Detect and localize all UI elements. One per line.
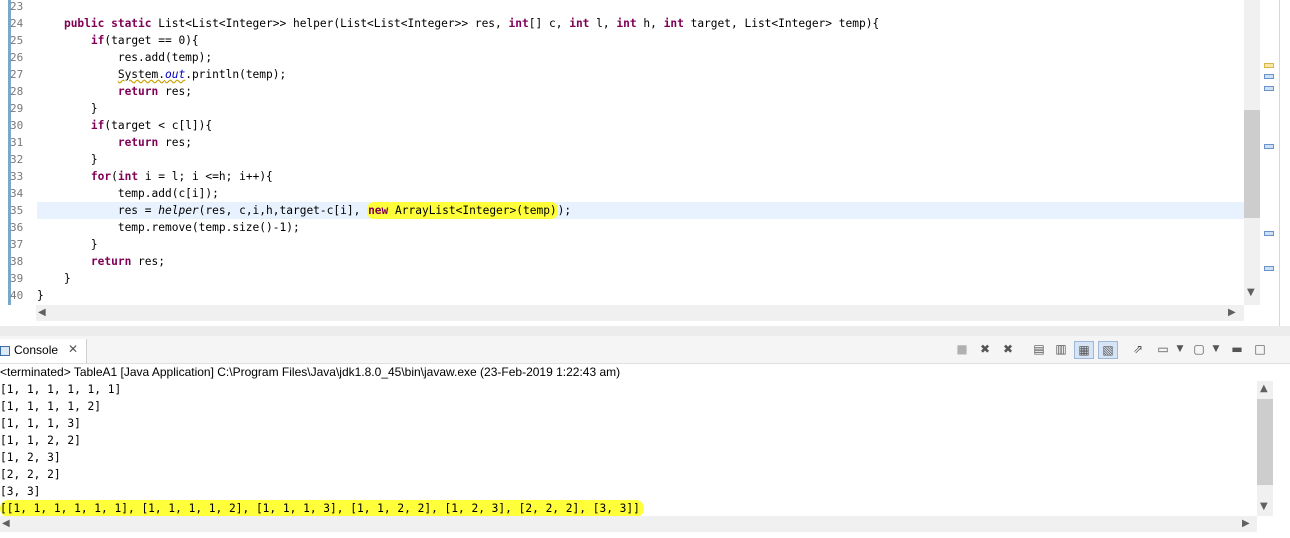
code-line-34[interactable]: temp.add(c[i]); xyxy=(37,185,1244,202)
code-line-40[interactable]: } xyxy=(37,287,1244,304)
scroll-left-icon[interactable]: ◀ xyxy=(38,307,46,318)
code-line-38[interactable]: return res; xyxy=(37,253,1244,270)
occurrence-marker-icon[interactable] xyxy=(1264,144,1274,149)
clear-console-icon[interactable]: ▤ xyxy=(1030,341,1048,357)
line-number: 38 xyxy=(10,255,24,268)
line-number: 29 xyxy=(10,102,24,115)
panel-separator[interactable] xyxy=(0,326,1290,336)
code-line-25[interactable]: if(target == 0){ xyxy=(37,32,1244,49)
overview-ruler[interactable] xyxy=(1260,0,1278,305)
output-line: [1, 1, 2, 2] xyxy=(0,434,81,447)
console-view: Console ✕ ■ ✖ ✖ ▤ ▥ ▦ ▧ ⇗ ▭ ▼ ▢ ▼ ▬ □ <t… xyxy=(0,336,1290,538)
launch-status: <terminated> TableA1 [Java Application] … xyxy=(0,365,621,379)
warning-marker-icon[interactable] xyxy=(1264,63,1274,68)
output-line: [1, 1, 1, 1, 2] xyxy=(0,400,102,413)
line-number: 23 xyxy=(10,0,24,13)
line-number: 36 xyxy=(10,221,24,234)
output-line: [1, 1, 1, 3] xyxy=(0,417,81,430)
scroll-lock-icon[interactable]: ▥ xyxy=(1052,341,1070,357)
scroll-left-icon[interactable]: ◀ xyxy=(2,518,10,529)
line-numbers: 23 24 25 26 27 28 29 30 31 32 33 34 35 36 37 38 39 40 xyxy=(10,0,23,304)
occurrence-marker-icon[interactable] xyxy=(1264,74,1274,79)
code-line-26[interactable]: res.add(temp); xyxy=(37,49,1244,66)
pin-console-icon[interactable]: ⇗ xyxy=(1129,341,1147,357)
line-number: 39 xyxy=(10,272,24,285)
line-number: 32 xyxy=(10,153,24,166)
show-on-stdout-icon[interactable]: ▦ xyxy=(1074,341,1094,359)
console-horizontal-scrollbar[interactable]: ◀ ▶ xyxy=(0,516,1257,532)
terminate-icon[interactable]: ■ xyxy=(953,341,971,357)
line-number: 30 xyxy=(10,119,24,132)
code-line-24[interactable]: public static List<List<Integer>> helper… xyxy=(37,15,1244,32)
code-line-29[interactable]: } xyxy=(37,100,1244,117)
occurrence-marker-icon[interactable] xyxy=(1264,86,1274,91)
line-number: 35 xyxy=(10,204,24,217)
console-output[interactable]: [1, 1, 1, 1, 1, 1] [1, 1, 1, 1, 2] [1, 1… xyxy=(0,381,1257,517)
code-line-27[interactable]: System.out.println(temp); xyxy=(37,66,1244,83)
line-number: 33 xyxy=(10,170,24,183)
console-icon xyxy=(0,346,10,356)
code-line-31[interactable]: return res; xyxy=(37,134,1244,151)
line-number: 26 xyxy=(10,51,24,64)
editor-scroll-thumb[interactable] xyxy=(1244,110,1260,218)
output-line: [2, 2, 2] xyxy=(0,468,61,481)
code-area[interactable]: public static List<List<Integer>> helper… xyxy=(37,0,1244,304)
occurrence-marker-icon[interactable] xyxy=(1264,231,1274,236)
console-scroll-thumb[interactable] xyxy=(1257,399,1273,485)
code-line-36[interactable]: temp.remove(temp.size()-1); xyxy=(37,219,1244,236)
line-number: 34 xyxy=(10,187,24,200)
output-line: [1, 1, 1, 1, 1, 1] xyxy=(0,383,122,396)
scroll-right-icon[interactable]: ▶ xyxy=(1242,518,1250,529)
highlighted-output-line: [[1, 1, 1, 1, 1, 1], [1, 1, 1, 1, 2], [1… xyxy=(0,500,644,517)
remove-all-terminated-icon[interactable]: ✖ xyxy=(999,341,1017,357)
output-line: [1, 2, 3] xyxy=(0,451,61,464)
code-line-30[interactable]: if(target < c[l]){ xyxy=(37,117,1244,134)
editor-vertical-scrollbar[interactable]: ▼ xyxy=(1244,0,1260,305)
line-number: 28 xyxy=(10,85,24,98)
remove-launch-icon[interactable]: ✖ xyxy=(976,341,994,357)
output-line: [3, 3] xyxy=(0,485,41,498)
code-line-37[interactable]: } xyxy=(37,236,1244,253)
highlight-annotation: new ArrayList<Integer>(temp) xyxy=(367,202,558,219)
code-editor[interactable]: 23 24 25 26 27 28 29 30 31 32 33 34 35 36 37 38 39 40 pub… xyxy=(0,0,1280,326)
open-console-icon[interactable]: ▢ xyxy=(1190,341,1208,357)
code-line-35-current[interactable]: res = helper(res, c,i,h,target-c[i], new… xyxy=(37,202,1244,219)
line-number: 31 xyxy=(10,136,24,149)
console-tab-bar: Console ✕ ■ ✖ ✖ ▤ ▥ ▦ ▧ ⇗ ▭ ▼ ▢ ▼ ▬ □ xyxy=(0,336,1290,364)
line-number-gutter: 23 24 25 26 27 28 29 30 31 32 33 34 35 36 37 38 39 40 xyxy=(0,0,36,305)
scroll-up-icon[interactable]: ▲ xyxy=(1260,383,1268,394)
close-icon[interactable]: ✕ xyxy=(68,342,78,356)
chevron-down-icon[interactable]: ▼ xyxy=(1207,341,1225,357)
scroll-down-icon[interactable]: ▼ xyxy=(1260,501,1268,512)
line-number: 37 xyxy=(10,238,24,251)
warning-underline: System.out xyxy=(117,68,186,81)
editor-horizontal-scrollbar[interactable]: ◀ ▶ xyxy=(36,305,1244,321)
maximize-icon[interactable]: □ xyxy=(1251,341,1269,357)
scroll-right-icon[interactable]: ▶ xyxy=(1228,307,1236,318)
tab-console[interactable]: Console ✕ xyxy=(0,339,87,363)
code-line-39[interactable]: } xyxy=(37,270,1244,287)
chevron-down-icon[interactable]: ▼ xyxy=(1171,341,1189,357)
line-number: 27 xyxy=(10,68,24,81)
tab-label: Console xyxy=(14,343,59,357)
display-selected-console-icon[interactable]: ▭ xyxy=(1154,341,1172,357)
line-number: 25 xyxy=(10,34,24,47)
console-vertical-scrollbar[interactable]: ▲ ▼ xyxy=(1257,381,1273,516)
minimize-icon[interactable]: ▬ xyxy=(1228,341,1246,357)
line-number: 24 xyxy=(10,17,24,30)
code-line-28[interactable]: return res; xyxy=(37,83,1244,100)
occurrence-marker-icon[interactable] xyxy=(1264,266,1274,271)
code-line-23[interactable] xyxy=(37,0,1244,15)
line-number: 40 xyxy=(10,289,24,302)
scroll-down-icon[interactable]: ▼ xyxy=(1247,287,1255,298)
keyword: public static xyxy=(63,17,152,30)
code-line-33[interactable]: for(int i = l; i <=h; i++){ xyxy=(37,168,1244,185)
show-on-stderr-icon[interactable]: ▧ xyxy=(1098,341,1118,359)
code-line-32[interactable]: } xyxy=(37,151,1244,168)
